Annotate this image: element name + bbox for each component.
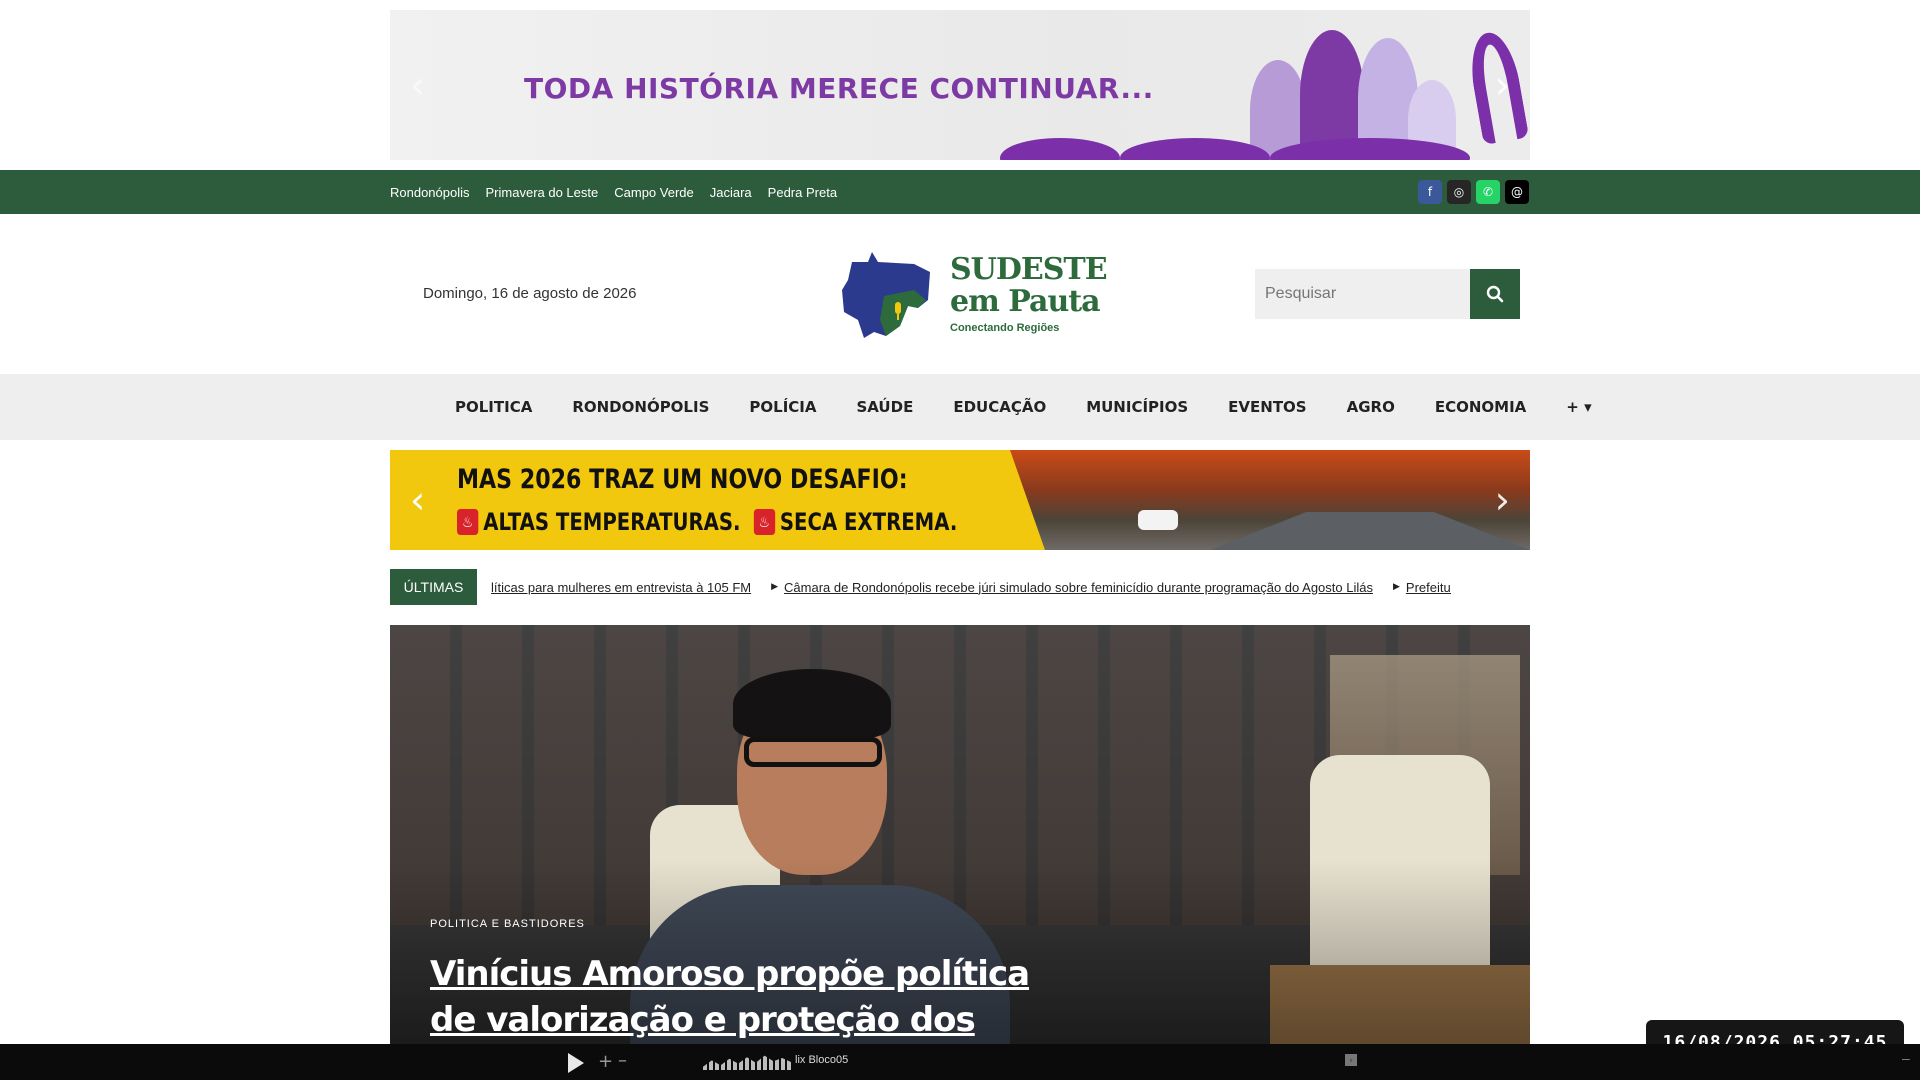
volume-down-icon[interactable]: – (618, 1050, 627, 1071)
facebook-icon[interactable]: f (1418, 180, 1442, 204)
fire-icon: ♨ (753, 509, 775, 535)
search-input[interactable] (1255, 269, 1470, 319)
nav-item-more-dropdown[interactable]: + ▾ (1566, 398, 1591, 416)
logo-line-2: em Pauta (950, 284, 1101, 319)
logo-line-1: SUDESTE (950, 252, 1108, 287)
current-date: Domingo, 16 de agosto de 2026 (423, 285, 637, 302)
minimize-icon[interactable]: ▫ (1345, 1054, 1357, 1066)
nav-item-eventos[interactable]: EVENTOS (1228, 398, 1306, 416)
nav-item-politica[interactable]: POLITICA (455, 398, 532, 416)
search-button[interactable] (1470, 269, 1520, 319)
featured-article[interactable]: POLITICA E BASTIDORES Vinícius Amoroso p… (390, 625, 1530, 1080)
city-link-pedra-preta[interactable]: Pedra Preta (768, 185, 837, 200)
mato-grosso-map-icon (842, 252, 930, 338)
site-logo[interactable]: SUDESTE em Pauta Conectando Regiões (838, 250, 1108, 340)
radio-player-bar: + – lix Bloco05 ▫ – (0, 1044, 1920, 1080)
top-ad-banner[interactable]: ‹ TODA HISTÓRIA MERECE CONTINUAR... › (390, 10, 1530, 160)
play-icon[interactable] (568, 1053, 584, 1073)
city-link-rondonopolis[interactable]: Rondonópolis (390, 185, 470, 200)
logo-tagline: Conectando Regiões (950, 322, 1060, 334)
ticker-item[interactable]: líticas para mulheres em entrevista à 10… (491, 580, 751, 595)
city-link-primavera-do-leste[interactable]: Primavera do Leste (486, 185, 599, 200)
whatsapp-icon[interactable]: ✆ (1476, 180, 1500, 204)
equalizer-icon (703, 1055, 791, 1070)
nav-item-rondonopolis[interactable]: RONDONÓPOLIS (572, 398, 709, 416)
ticker-item[interactable]: Câmara de Rondonópolis recebe júri simul… (784, 580, 1373, 595)
instagram-icon[interactable]: ◎ (1447, 180, 1471, 204)
banner-headline: TODA HISTÓRIA MERECE CONTINUAR... (524, 72, 1154, 105)
promo-car-image (1138, 510, 1178, 530)
promo-prev-arrow-icon[interactable]: ‹ (410, 481, 425, 519)
ticker-item[interactable]: Prefeitura (1406, 580, 1451, 595)
banner-next-arrow-icon[interactable]: › (1495, 66, 1510, 104)
caret-right-icon: ▶ (1392, 582, 1400, 592)
threads-icon[interactable]: @ (1505, 180, 1529, 204)
news-ticker: ÚLTIMAS líticas para mulheres em entrevi… (390, 569, 1530, 605)
city-links: Rondonópolis Primavera do Leste Campo Ve… (390, 170, 837, 214)
promo-line-1: MAS 2026 TRAZ UM NOVO DESAFIO: (457, 464, 908, 495)
nav-item-economia[interactable]: ECONOMIA (1435, 398, 1526, 416)
promo-item-1: ALTAS TEMPERATURAS. (483, 508, 741, 536)
nav-item-municipios[interactable]: MUNICÍPIOS (1086, 398, 1188, 416)
fire-icon: ♨ (457, 509, 479, 535)
search-form (1255, 269, 1520, 319)
promo-banner[interactable]: ‹ MAS 2026 TRAZ UM NOVO DESAFIO: ♨ ALTAS… (390, 450, 1530, 550)
nav-item-policia[interactable]: POLÍCIA (749, 398, 816, 416)
article-category[interactable]: POLITICA E BASTIDORES (430, 918, 585, 930)
nav-item-educacao[interactable]: EDUCAÇÃO (953, 398, 1046, 416)
banner-prev-arrow-icon[interactable]: ‹ (410, 66, 425, 104)
volume-up-icon[interactable]: + (598, 1051, 613, 1072)
player-collapse-icon[interactable]: – (1902, 1050, 1910, 1066)
nav-item-saude[interactable]: SAÚDE (856, 398, 913, 416)
city-link-jaciara[interactable]: Jaciara (710, 185, 752, 200)
caret-right-icon: ▶ (771, 582, 779, 592)
city-link-campo-verde[interactable]: Campo Verde (614, 185, 694, 200)
main-navigation: POLITICA RONDONÓPOLIS POLÍCIA SAÚDE EDUC… (0, 374, 1920, 440)
promo-next-arrow-icon[interactable]: › (1495, 481, 1510, 519)
search-icon (1486, 285, 1504, 303)
promo-item-2: SECA EXTREMA. (779, 508, 958, 536)
social-icons: f ◎ ✆ @ (1418, 180, 1529, 204)
player-track-name: lix Bloco05 (795, 1054, 849, 1066)
city-links-bar: Rondonópolis Primavera do Leste Campo Ve… (0, 170, 1920, 214)
nav-item-agro[interactable]: AGRO (1347, 398, 1395, 416)
ticker-label: ÚLTIMAS (390, 569, 477, 605)
